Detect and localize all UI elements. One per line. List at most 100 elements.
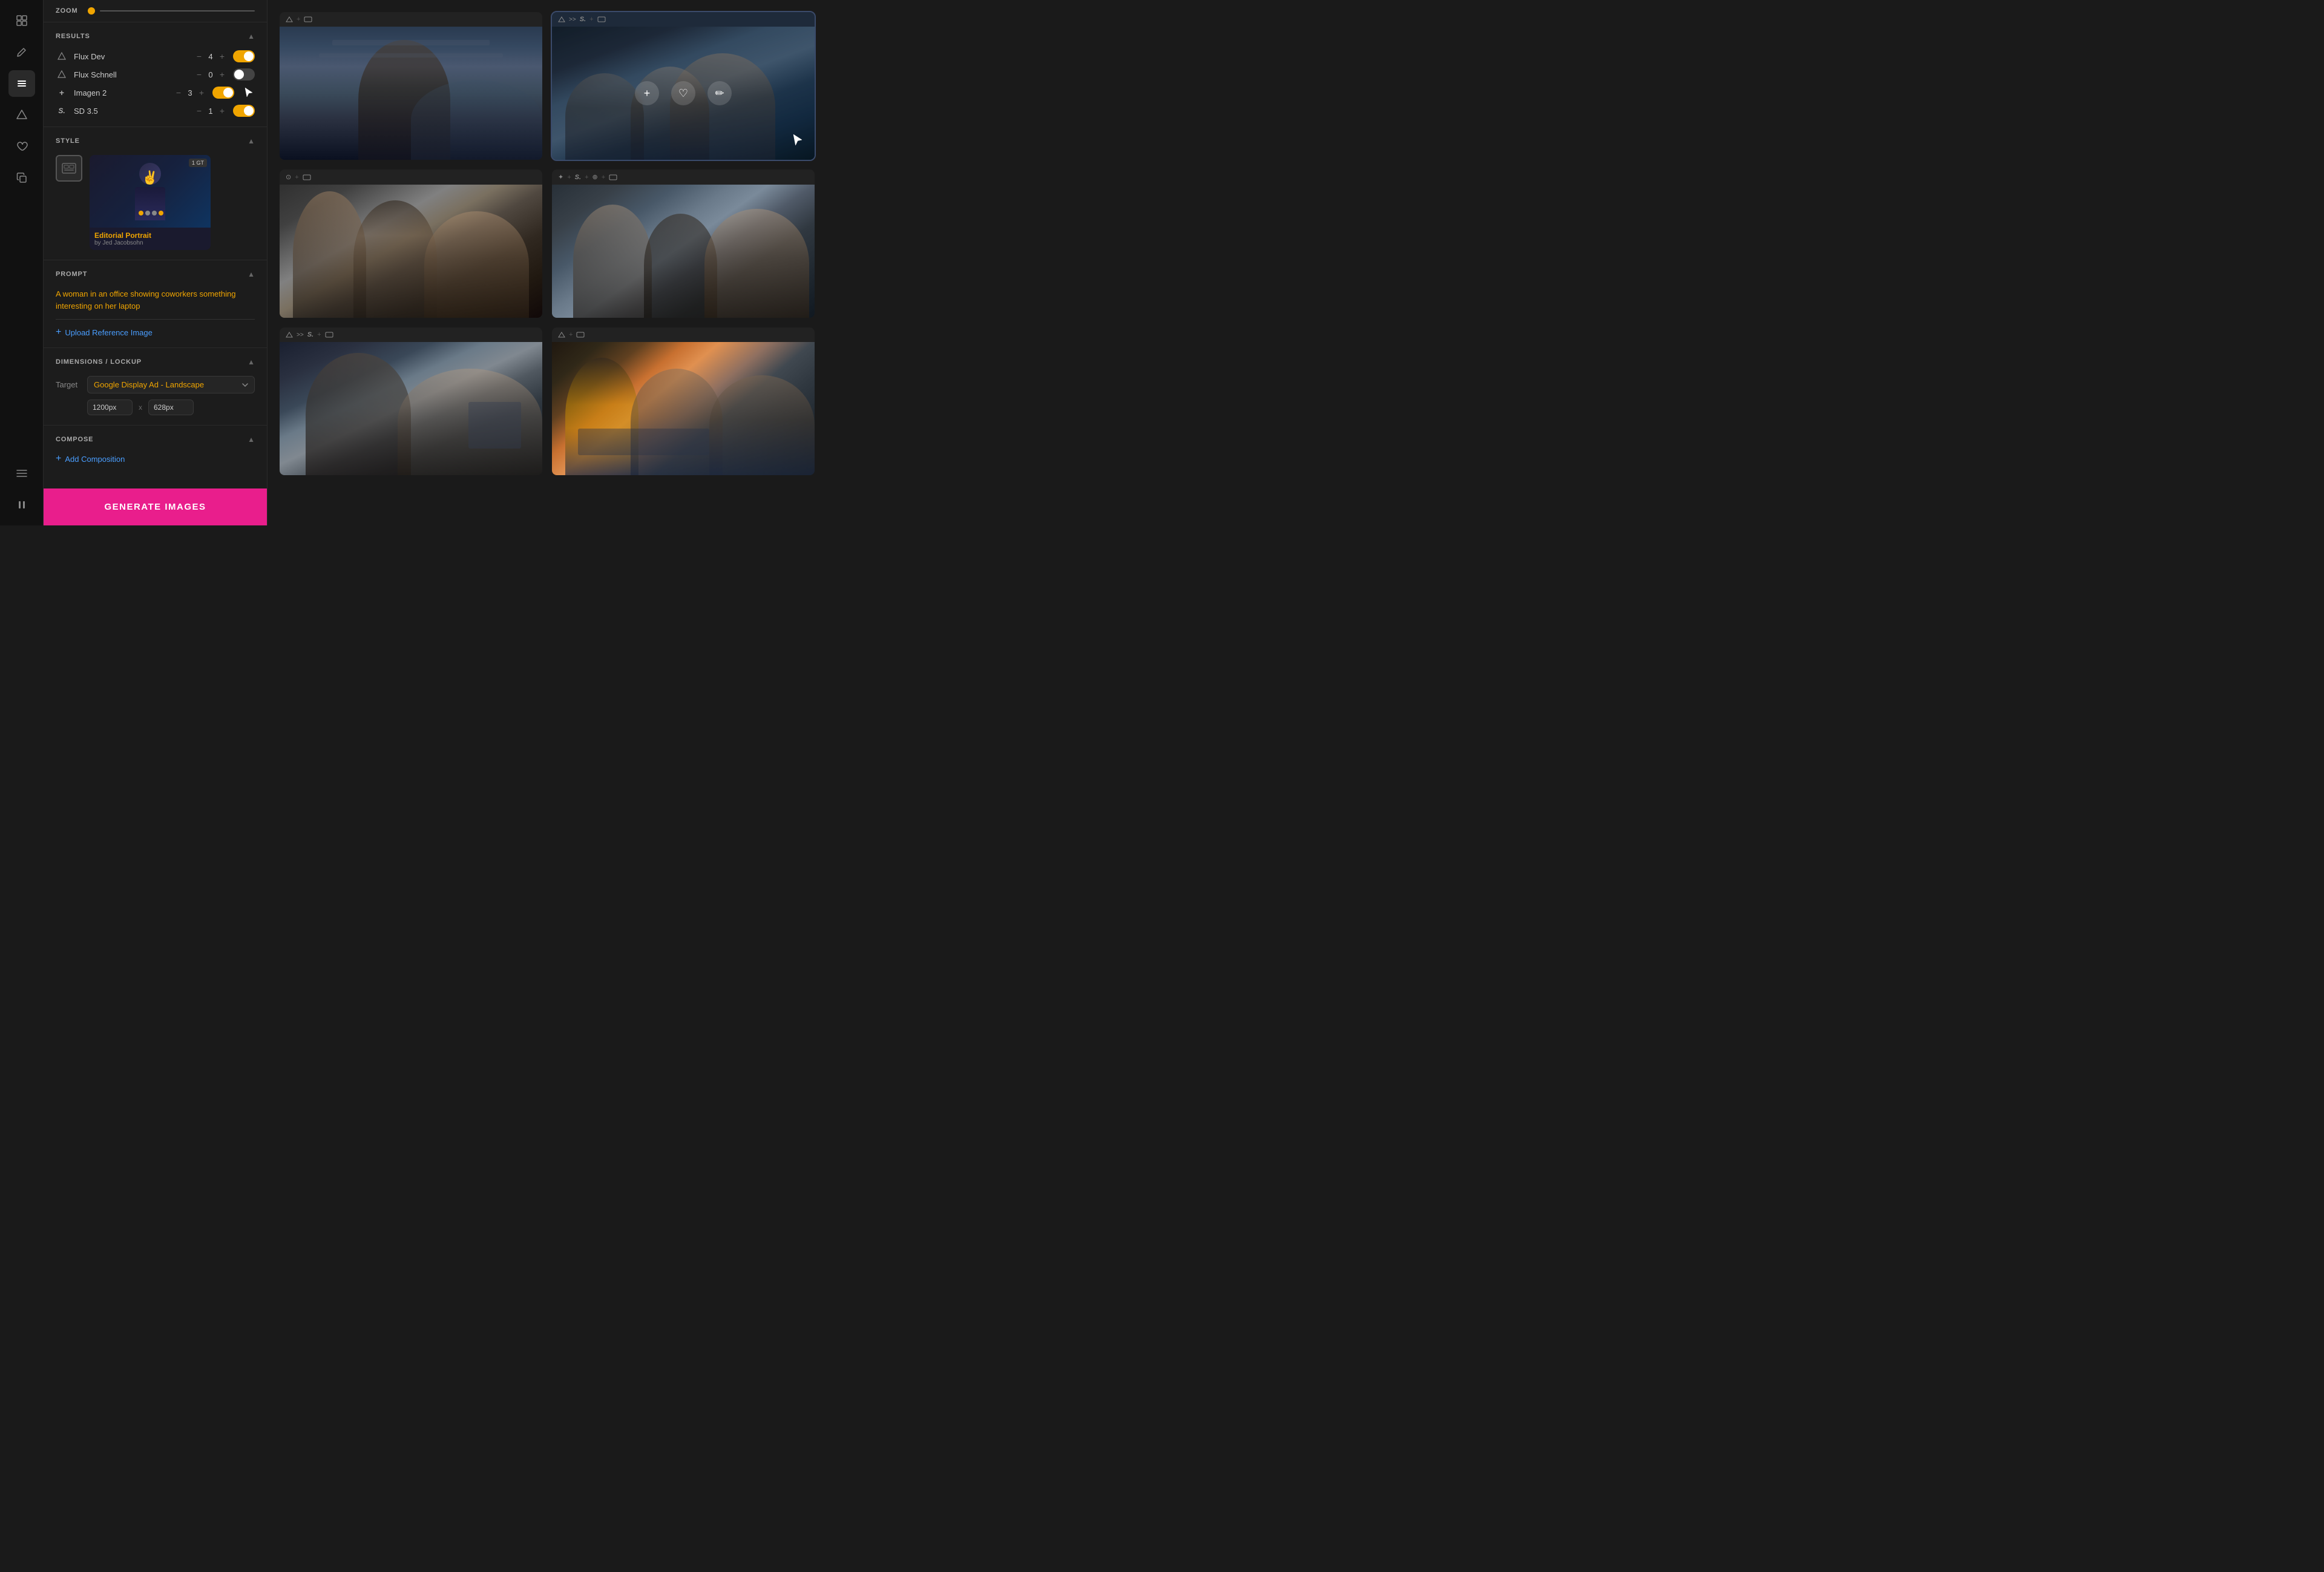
sd35-controls: − 1 + [194,107,227,116]
sd35-plus[interactable]: + [217,107,227,115]
image-1-add-btn[interactable]: + [363,81,387,105]
sidebar-item-layout[interactable] [8,7,35,34]
sidebar-item-shapes[interactable] [8,102,35,128]
image-card-5[interactable]: >> S. + + ♡ ✏ [280,327,542,475]
flux-dev-name: Flux Dev [74,52,188,61]
sidebar-item-edit[interactable] [8,39,35,65]
flux-schnell-name: Flux Schnell [74,70,188,79]
style-card[interactable]: 1 GT ✌ [90,155,211,250]
model-row-imagen2: + Imagen 2 − 3 + [56,87,255,99]
image-2-heart-btn[interactable]: ♡ [671,81,695,105]
image-2-visual: + ♡ ✏ [552,27,815,160]
compose-chevron: ▲ [248,435,255,444]
image-5-visual: + ♡ ✏ [280,342,542,475]
image-6-add-btn[interactable]: + [635,396,659,421]
imagen2-toggle[interactable] [212,87,234,99]
image-3-edit-btn[interactable]: ✏ [435,239,459,263]
image-card-1[interactable]: + + ♡ ✏ [280,12,542,160]
flux-schnell-count: 0 [208,70,214,79]
image-2-overlay: + ♡ ✏ [552,27,815,160]
flux-schnell-icon [56,68,68,81]
results-chevron: ▲ [248,32,255,41]
upload-reference-btn[interactable]: + Upload Reference Image [56,327,255,338]
sd35-count: 1 [208,107,214,116]
image-5-add-btn[interactable]: + [363,396,387,421]
style-card-badge: 1 GT [189,159,207,167]
image-3-heart-btn[interactable]: ♡ [399,239,423,263]
image-card-3[interactable]: ⊙ + + ♡ ✏ [280,169,542,318]
image-card-2[interactable]: >> S. + + ♡ ✏ [552,12,815,160]
image-card-6-header: + [552,327,815,342]
image-4-edit-btn[interactable]: ✏ [707,239,732,263]
model-row-sd35: S. SD 3.5 − 1 + [56,105,255,117]
flux-dev-icon [56,50,68,62]
sidebar-item-layers[interactable] [8,70,35,97]
image-6-heart-btn[interactable]: ♡ [671,396,695,421]
flux-dev-toggle[interactable] [233,50,255,62]
image-3-add-btn[interactable]: + [363,239,387,263]
main-content: + + ♡ ✏ [268,0,827,525]
left-panel: ZOOM RESULTS ▲ Flux Dev − 4 + [44,0,268,525]
image-1-edit-btn[interactable]: ✏ [435,81,459,105]
sd35-toggle[interactable] [233,105,255,117]
sidebar-item-favorites[interactable] [8,133,35,160]
imagen2-plus[interactable]: + [197,88,206,97]
zoom-dot [88,7,95,15]
image-card-3-header: ⊙ + [280,169,542,185]
compose-section: COMPOSE ▲ + Add Composition [44,426,267,474]
sidebar-item-copy[interactable] [8,165,35,191]
target-label: Target [56,380,80,389]
sd35-icon: S. [56,105,68,117]
style-card-text: Editorial Portrait by Jed Jacobsohn [90,228,211,250]
flux-schnell-toggle[interactable] [233,68,255,81]
prompt-text[interactable]: A woman in an office showing coworkers s… [56,288,255,312]
flux-dev-plus[interactable]: + [217,52,227,61]
zoom-section: ZOOM [44,0,267,22]
prompt-title: PROMPT [56,271,87,278]
flux-schnell-minus[interactable]: − [194,70,204,79]
image-card-4[interactable]: ✦ + S. + ⊕ + + ♡ ✏ [552,169,815,318]
style-content: 1 GT ✌ [56,155,255,250]
image-1-heart-btn[interactable]: ♡ [399,81,423,105]
model-row-flux-schnell: Flux Schnell − 0 + [56,68,255,81]
image-card-6[interactable]: + + ♡ ✏ [552,327,815,475]
sidebar-item-pause[interactable] [8,492,35,518]
model-row-flux-dev: Flux Dev − 4 + [56,50,255,62]
flux-dev-minus[interactable]: − [194,52,204,61]
image-4-add-btn[interactable]: + [635,239,659,263]
results-header[interactable]: RESULTS ▲ [56,32,255,41]
image-2-edit-btn[interactable]: ✏ [707,81,732,105]
image-5-edit-btn[interactable]: ✏ [435,396,459,421]
compose-header[interactable]: COMPOSE ▲ [56,435,255,444]
dimensions-header[interactable]: DIMENSIONS / LOCKUP ▲ [56,358,255,366]
dimensions-title: DIMENSIONS / LOCKUP [56,358,142,366]
image-4-visual: + ♡ ✏ [552,185,815,318]
target-dropdown[interactable]: Google Display Ad - Landscape [87,376,255,393]
compose-title: COMPOSE [56,436,93,443]
imagen2-minus[interactable]: − [174,88,183,97]
dimension-inputs: x [56,400,255,415]
upload-reference-label: Upload Reference Image [65,328,153,337]
target-value: Google Display Ad - Landscape [94,380,204,389]
upload-plus-icon: + [56,327,61,338]
style-title: STYLE [56,137,80,145]
zoom-track[interactable] [100,10,255,12]
image-4-heart-btn[interactable]: ♡ [671,239,695,263]
image-2-add-btn[interactable]: + [635,81,659,105]
height-input[interactable] [148,400,194,415]
prompt-header[interactable]: PROMPT ▲ [56,270,255,278]
image-6-edit-btn[interactable]: ✏ [707,396,732,421]
style-preset-icon[interactable] [56,155,82,182]
flux-schnell-plus[interactable]: + [217,70,227,79]
add-composition-btn[interactable]: + Add Composition [56,453,255,464]
sidebar-item-lines[interactable] [8,460,35,487]
image-3-visual: + ♡ ✏ [280,185,542,318]
image-5-heart-btn[interactable]: ♡ [399,396,423,421]
style-header[interactable]: STYLE ▲ [56,137,255,145]
dimensions-section: DIMENSIONS / LOCKUP ▲ Target Google Disp… [44,348,267,426]
sd35-minus[interactable]: − [194,107,204,115]
generate-images-button[interactable]: GENERATE IMAGES [44,488,267,525]
image-card-1-header: + [280,12,542,27]
width-input[interactable] [87,400,133,415]
zoom-slider-container [88,7,255,15]
